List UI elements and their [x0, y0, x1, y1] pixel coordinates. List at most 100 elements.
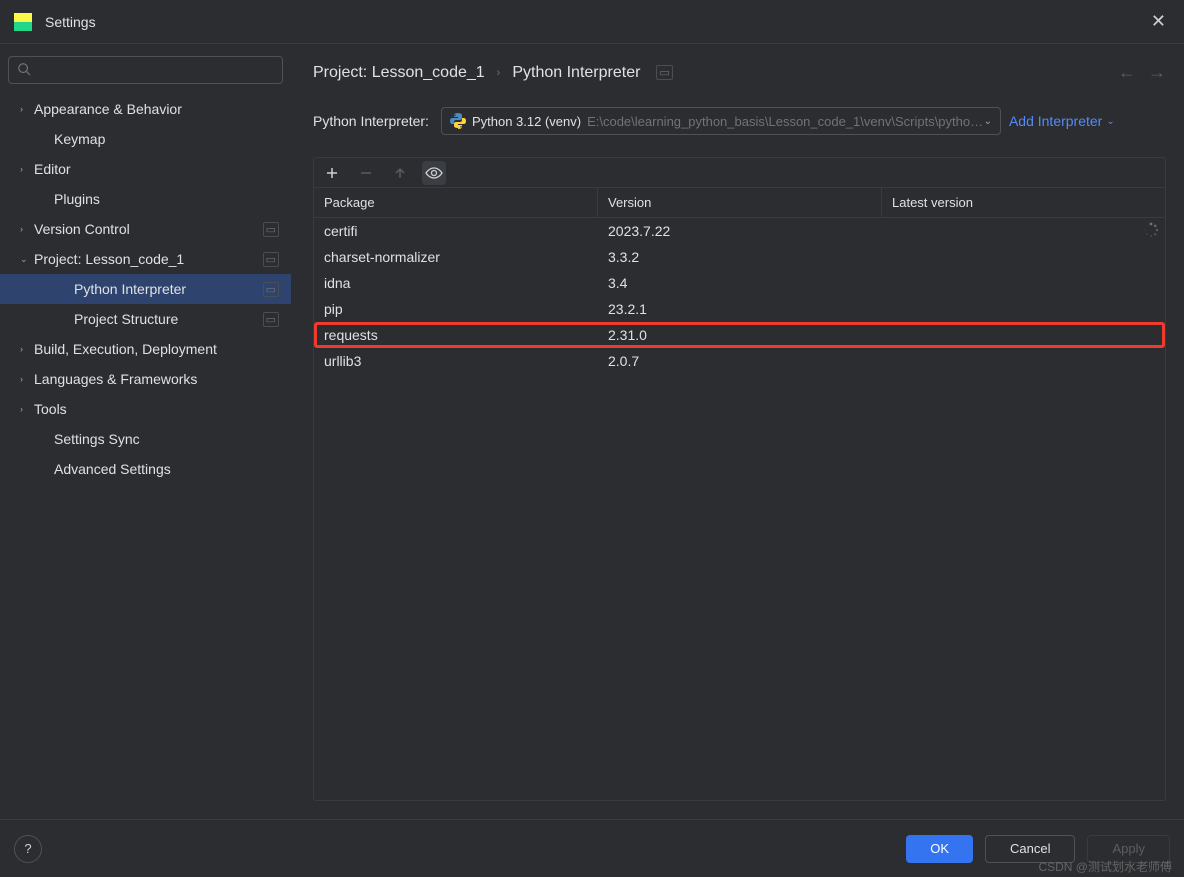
interpreter-name: Python 3.12 (venv) [472, 114, 581, 129]
tree-item-label: Version Control [34, 221, 263, 237]
package-latest [882, 296, 1165, 322]
titlebar: Settings ✕ [0, 0, 1184, 44]
show-early-releases-button[interactable] [422, 161, 446, 185]
package-toolbar [314, 158, 1165, 188]
chevron-down-icon: ⌄ [1106, 116, 1114, 127]
breadcrumb: Project: Lesson_code_1 › Python Interpre… [313, 62, 1166, 83]
scope-badge-icon: ▭ [263, 222, 279, 237]
tree-item-label: Build, Execution, Deployment [34, 341, 279, 357]
interpreter-label: Python Interpreter: [313, 113, 429, 129]
package-latest [882, 244, 1165, 270]
tree-item[interactable]: ›Version Control▭ [0, 214, 291, 244]
tree-item[interactable]: ›Appearance & Behavior [0, 94, 291, 124]
package-version: 3.3.2 [598, 244, 882, 270]
tree-caret-icon: › [20, 164, 34, 174]
tree-caret-icon: › [20, 104, 34, 114]
tree-item-label: Plugins [54, 191, 279, 207]
tree-item-label: Editor [34, 161, 279, 177]
tree-item-label: Advanced Settings [54, 461, 279, 477]
package-name: pip [314, 296, 598, 322]
search-input-wrap[interactable] [8, 56, 283, 84]
package-latest [882, 322, 1165, 348]
package-version: 3.4 [598, 270, 882, 296]
scope-badge-icon: ▭ [263, 282, 279, 297]
apply-button[interactable]: Apply [1087, 835, 1170, 863]
tree-caret-icon: › [20, 374, 34, 384]
package-name: charset-normalizer [314, 244, 598, 270]
sidebar: ›Appearance & BehaviorKeymap›EditorPlugi… [0, 44, 291, 819]
body: ›Appearance & BehaviorKeymap›EditorPlugi… [0, 44, 1184, 819]
package-latest [882, 270, 1165, 296]
tree-item-label: Languages & Frameworks [34, 371, 279, 387]
tree-item-label: Python Interpreter [74, 281, 263, 297]
tree-item[interactable]: Keymap [0, 124, 291, 154]
chevron-right-icon: › [497, 67, 501, 79]
remove-package-button[interactable] [354, 161, 378, 185]
interpreter-path: E:\code\learning_python_basis\Lesson_cod… [587, 114, 983, 129]
python-icon [450, 113, 466, 129]
package-row[interactable]: urllib32.0.7 [314, 348, 1165, 374]
tree-item-label: Project: Lesson_code_1 [34, 251, 263, 267]
tree-item[interactable]: ›Editor [0, 154, 291, 184]
help-button[interactable]: ? [14, 835, 42, 863]
package-name: certifi [314, 218, 598, 244]
tree-caret-icon: › [20, 224, 34, 234]
tree-item[interactable]: ⌄Project: Lesson_code_1▭ [0, 244, 291, 274]
tree-item-label: Keymap [54, 131, 279, 147]
package-latest [882, 348, 1165, 374]
tree-item[interactable]: Advanced Settings [0, 454, 291, 484]
search-icon [17, 62, 31, 79]
package-version: 23.2.1 [598, 296, 882, 322]
package-row[interactable]: pip23.2.1 [314, 296, 1165, 322]
package-row[interactable]: idna3.4 [314, 270, 1165, 296]
scope-badge-icon: ▭ [263, 252, 279, 267]
ok-button[interactable]: OK [906, 835, 973, 863]
package-panel: Package Version Latest version certifi20… [313, 157, 1166, 801]
tree-item[interactable]: Project Structure▭ [0, 304, 291, 334]
tree-item[interactable]: Python Interpreter▭ [0, 274, 291, 304]
tree-item-label: Settings Sync [54, 431, 279, 447]
tree-item[interactable]: Settings Sync [0, 424, 291, 454]
crumb-page: Python Interpreter [512, 64, 640, 82]
search-input[interactable] [37, 63, 274, 78]
add-package-button[interactable] [320, 161, 344, 185]
back-icon[interactable]: ← [1118, 62, 1136, 83]
package-table-body: certifi2023.7.22charset-normalizer3.3.2i… [314, 218, 1165, 800]
package-row[interactable]: certifi2023.7.22 [314, 218, 1165, 244]
package-row[interactable]: requests2.31.0 [314, 322, 1165, 348]
tree-item[interactable]: Plugins [0, 184, 291, 214]
cancel-button[interactable]: Cancel [985, 835, 1075, 863]
package-name: urllib3 [314, 348, 598, 374]
footer: ? OK Cancel Apply CSDN @测试划水老师傅 [0, 819, 1184, 877]
column-package[interactable]: Package [314, 188, 598, 217]
package-version: 2.31.0 [598, 322, 882, 348]
tree-item-label: Tools [34, 401, 279, 417]
add-interpreter-link[interactable]: Add Interpreter ⌄ [1009, 113, 1115, 129]
tree-caret-icon: › [20, 344, 34, 354]
scope-badge-icon: ▭ [656, 65, 672, 80]
package-name: idna [314, 270, 598, 296]
upgrade-package-button[interactable] [388, 161, 412, 185]
content-panel: Project: Lesson_code_1 › Python Interpre… [291, 44, 1184, 819]
package-row[interactable]: charset-normalizer3.3.2 [314, 244, 1165, 270]
forward-icon[interactable]: → [1148, 62, 1166, 83]
tree-item-label: Appearance & Behavior [34, 101, 279, 117]
package-version: 2023.7.22 [598, 218, 882, 244]
chevron-down-icon: ⌄ [984, 116, 992, 127]
package-table-header: Package Version Latest version [314, 188, 1165, 218]
interpreter-row: Python Interpreter: Python 3.12 (venv) E… [313, 107, 1166, 135]
add-interpreter-label: Add Interpreter [1009, 113, 1102, 129]
nav-arrows: ← → [1118, 62, 1166, 83]
close-icon[interactable]: ✕ [1147, 7, 1170, 36]
scope-badge-icon: ▭ [263, 312, 279, 327]
interpreter-select[interactable]: Python 3.12 (venv) E:\code\learning_pyth… [441, 107, 1001, 135]
column-latest[interactable]: Latest version [882, 188, 1165, 217]
column-version[interactable]: Version [598, 188, 882, 217]
tree-item[interactable]: ›Languages & Frameworks [0, 364, 291, 394]
crumb-project: Project: Lesson_code_1 [313, 64, 485, 82]
package-name: requests [314, 322, 598, 348]
tree-item[interactable]: ›Build, Execution, Deployment [0, 334, 291, 364]
tree-item[interactable]: ›Tools [0, 394, 291, 424]
app-icon [14, 13, 32, 31]
loading-spinner-icon [1143, 222, 1159, 238]
